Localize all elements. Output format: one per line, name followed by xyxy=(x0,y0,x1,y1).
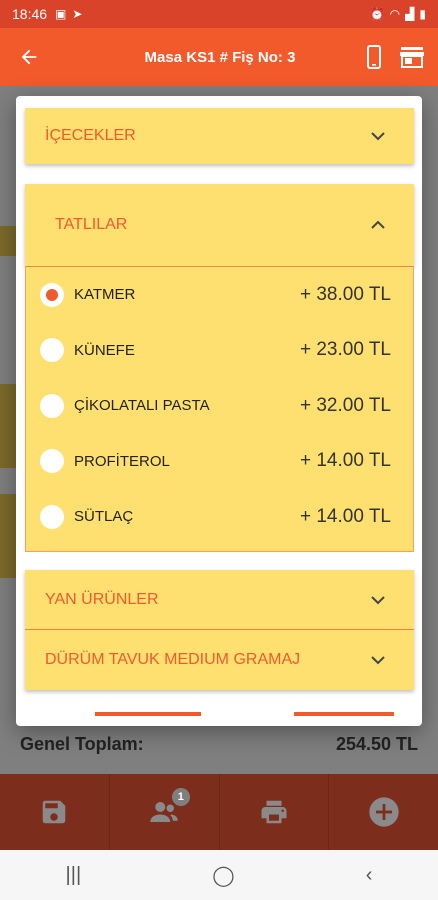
grand-total-label: Genel Toplam: xyxy=(20,733,144,754)
grand-total-value: 254.50 TL xyxy=(335,733,418,754)
cancel-button[interactable] xyxy=(95,712,201,716)
alarm-icon: ⏰ xyxy=(369,7,385,21)
grand-total-row: Genel Toplam: 254.50 TL xyxy=(0,724,438,764)
app-bar: Masa KS1 # Fiş No: 3 xyxy=(0,28,438,86)
bg-item-edge xyxy=(0,226,16,256)
radio-button[interactable] xyxy=(40,338,64,363)
confirm-button[interactable] xyxy=(294,712,394,716)
option-name: PROFİTEROL xyxy=(74,452,170,470)
print-button[interactable] xyxy=(220,774,330,850)
bottom-toolbar: 1 xyxy=(0,774,438,850)
section-durum-tavuk[interactable]: DÜRÜM TAVUK MEDIUM GRAMAJ xyxy=(25,630,414,690)
chevron-down-icon[interactable] xyxy=(366,648,390,672)
option-sutlac[interactable]: SÜTLAÇ + 14.00 TL xyxy=(26,489,413,545)
option-price: + 32.00 TL xyxy=(299,394,391,416)
status-time: 18:46 xyxy=(12,6,48,22)
option-price: + 14.00 TL xyxy=(299,450,391,472)
radio-button[interactable] xyxy=(40,449,64,474)
option-katmer[interactable]: KATMER + 38.00 TL xyxy=(26,267,413,323)
radio-button[interactable] xyxy=(40,504,64,529)
option-price: + 38.00 TL xyxy=(299,283,391,305)
chevron-down-icon[interactable] xyxy=(366,124,390,148)
option-price: + 14.00 TL xyxy=(299,505,391,527)
section-tatlilar[interactable]: TATLILAR xyxy=(25,184,414,266)
radio-button[interactable] xyxy=(40,393,64,418)
back-arrow-icon[interactable] xyxy=(0,28,58,86)
bg-item-edge xyxy=(0,384,16,468)
section-yan-urunler[interactable]: YAN ÜRÜNLER xyxy=(25,570,414,630)
printer-icon xyxy=(261,800,287,824)
option-kunefe[interactable]: KÜNEFE + 23.00 TL xyxy=(26,323,413,379)
chevron-up-icon[interactable] xyxy=(366,213,390,237)
option-profiterol[interactable]: PROFİTEROL + 14.00 TL xyxy=(26,434,413,490)
option-name: KÜNEFE xyxy=(74,341,135,359)
option-name: ÇİKOLATALI PASTA xyxy=(74,397,210,415)
battery-icon: ▮ xyxy=(419,7,426,21)
status-bar: 18:46 ▣ ➤ ⏰ ◠ ▟ ▮ xyxy=(0,0,438,28)
product-options-dialog: İÇECEKLER TATLILAR KATMER + 38.00 TL KÜN… xyxy=(16,96,422,726)
section-icecekler[interactable]: İÇECEKLER xyxy=(25,108,414,164)
store-icon[interactable] xyxy=(400,45,424,69)
section-label: DÜRÜM TAVUK MEDIUM GRAMAJ xyxy=(45,651,301,668)
chevron-down-icon[interactable] xyxy=(366,588,390,612)
save-button[interactable] xyxy=(0,774,110,850)
back-nav-icon[interactable]: ‹ xyxy=(366,864,373,887)
customers-button[interactable]: 1 xyxy=(110,774,220,850)
wifi-icon: ◠ xyxy=(389,7,401,21)
section-label: TATLILAR xyxy=(55,216,128,233)
image-icon: ▣ xyxy=(55,7,67,21)
option-price: + 23.00 TL xyxy=(299,339,391,361)
section-label: İÇECEKLER xyxy=(45,127,136,144)
option-cikolatali-pasta[interactable]: ÇİKOLATALI PASTA + 32.00 TL xyxy=(26,378,413,434)
home-icon[interactable]: ◯ xyxy=(212,863,234,888)
option-name: KATMER xyxy=(74,286,136,304)
save-icon xyxy=(43,800,66,824)
send-icon: ➤ xyxy=(72,7,83,21)
signal-icon: ▟ xyxy=(405,7,415,21)
phone-icon[interactable] xyxy=(362,45,386,69)
recent-apps-icon[interactable]: ||| xyxy=(66,864,82,887)
tatlilar-options-list: KATMER + 38.00 TL KÜNEFE + 23.00 TL ÇİKO… xyxy=(25,266,414,552)
add-circle-icon xyxy=(368,797,399,827)
option-name: SÜTLAÇ xyxy=(74,508,134,526)
bg-item-edge xyxy=(0,494,16,578)
section-label: YAN ÜRÜNLER xyxy=(45,591,159,608)
customer-count-badge: 1 xyxy=(171,788,190,806)
add-button[interactable] xyxy=(329,774,438,850)
system-navigation-bar: ||| ◯ ‹ xyxy=(0,850,438,900)
page-title: Masa KS1 # Fiş No: 3 xyxy=(144,48,296,66)
radio-button[interactable] xyxy=(40,282,64,307)
